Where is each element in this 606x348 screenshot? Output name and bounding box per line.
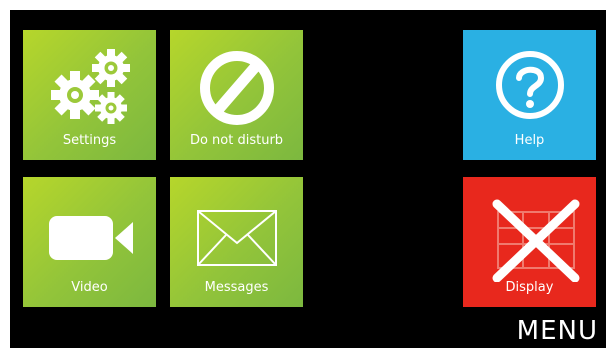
menu-screen: Settings Do not disturb Video Messages H… bbox=[10, 10, 606, 348]
settings-label: Settings bbox=[62, 133, 117, 148]
video-label: Video bbox=[71, 280, 108, 295]
messages-label: Messages bbox=[204, 280, 269, 295]
messages-tile[interactable]: Messages bbox=[170, 177, 303, 307]
envelope-icon bbox=[170, 177, 303, 287]
menu-title: MENU bbox=[516, 316, 598, 346]
display-tile[interactable]: Display bbox=[463, 177, 596, 307]
video-camera-icon bbox=[23, 177, 156, 287]
help-label: Help bbox=[514, 133, 545, 148]
video-tile[interactable]: Video bbox=[23, 177, 156, 307]
settings-tile[interactable]: Settings bbox=[23, 30, 156, 160]
question-icon bbox=[463, 30, 596, 140]
do-not-disturb-tile[interactable]: Do not disturb bbox=[170, 30, 303, 160]
gears-icon bbox=[23, 30, 156, 140]
display-label: Display bbox=[505, 280, 554, 295]
help-tile[interactable]: Help bbox=[463, 30, 596, 160]
display-crossed-icon bbox=[463, 177, 596, 287]
do-not-disturb-label: Do not disturb bbox=[189, 133, 284, 148]
no-entry-icon bbox=[170, 30, 303, 140]
